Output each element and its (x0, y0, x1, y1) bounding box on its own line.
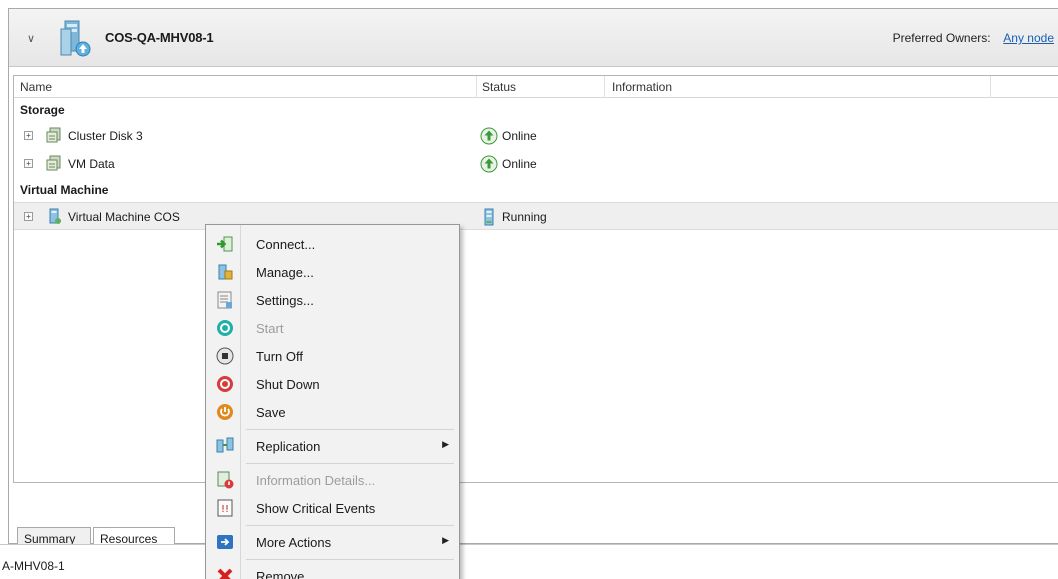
row-name: VM Data (68, 157, 115, 171)
column-information[interactable]: Information (612, 80, 672, 94)
table-row[interactable]: + Cluster Disk 3 Online (14, 122, 1058, 150)
menu-item-information-details[interactable]: Information Details... (208, 467, 457, 493)
any-node-link[interactable]: Any node (1003, 31, 1054, 45)
bottom-role-name: A-MHV08-1 (2, 559, 65, 573)
shut-down-icon (217, 376, 233, 392)
settings-icon (217, 291, 232, 309)
role-header: ∨ COS-QA-MHV08-1 Preferred Owners: Any n… (9, 9, 1058, 67)
menu-item-start[interactable]: Start (208, 315, 457, 341)
collapse-chevron-icon[interactable]: ∨ (23, 31, 39, 47)
more-actions-icon (217, 535, 233, 549)
svg-text:!!: !! (221, 504, 229, 515)
menu-item-more-actions[interactable]: More Actions ▶ (208, 529, 457, 555)
status-online: Online (480, 127, 600, 145)
group-storage-label: Storage (20, 103, 65, 117)
connect-icon (217, 236, 233, 252)
resources-grid: Name Status Information Storage + Cluste… (13, 75, 1058, 483)
menu-item-connect[interactable]: Connect... (208, 231, 457, 257)
table-row-selected[interactable]: + Virtual Machine COS Running (14, 202, 1058, 230)
status-online: Online (480, 155, 600, 173)
column-header-row: Name Status Information (14, 76, 1058, 98)
menu-item-show-critical-events[interactable]: !! Show Critical Events (208, 495, 457, 521)
expand-icon[interactable]: + (24, 159, 33, 168)
start-icon (217, 320, 233, 336)
cluster-disk-icon (46, 155, 61, 171)
group-virtual-machine-label: Virtual Machine (20, 183, 109, 197)
bottom-bar: A-MHV08-1 (0, 544, 1058, 579)
menu-item-turn-off[interactable]: Turn Off (208, 343, 457, 369)
turn-off-icon (216, 347, 234, 365)
menu-item-replication[interactable]: Replication ▶ (208, 433, 457, 459)
status-running: Running (480, 208, 600, 226)
expand-icon[interactable]: + (24, 212, 33, 221)
menu-item-settings[interactable]: Settings... (208, 287, 457, 313)
information-details-icon (217, 471, 234, 489)
preferred-owners-label: Preferred Owners: (892, 31, 991, 45)
status-text: Online (502, 157, 537, 171)
status-text: Running (502, 210, 547, 224)
manage-icon (218, 264, 233, 280)
online-arrow-icon (480, 127, 498, 145)
online-arrow-icon (480, 155, 498, 173)
expand-icon[interactable]: + (24, 131, 33, 140)
group-virtual-machine: Virtual Machine (14, 178, 1058, 202)
column-name[interactable]: Name (20, 80, 52, 94)
submenu-arrow-icon: ▶ (442, 535, 449, 545)
save-icon (217, 404, 233, 420)
table-row[interactable]: + VM Data Online (14, 150, 1058, 178)
role-panel: ∨ COS-QA-MHV08-1 Preferred Owners: Any n… (8, 8, 1058, 551)
replication-icon (216, 437, 234, 453)
running-vm-icon (484, 208, 494, 226)
group-storage: Storage (14, 98, 1058, 122)
menu-item-remove[interactable]: Remove (208, 563, 457, 579)
row-name: Cluster Disk 3 (68, 129, 143, 143)
row-name: Virtual Machine COS (68, 210, 180, 224)
column-status[interactable]: Status (482, 80, 516, 94)
menu-item-shut-down[interactable]: Shut Down (208, 371, 457, 397)
critical-events-icon: !! (217, 499, 233, 517)
remove-icon (217, 568, 233, 579)
virtual-machine-role-icon (60, 20, 91, 57)
role-title: COS-QA-MHV08-1 (105, 30, 214, 45)
preferred-owners: Preferred Owners: Any node (893, 31, 1054, 45)
menu-item-manage[interactable]: Manage... (208, 259, 457, 285)
cluster-disk-icon (46, 127, 61, 143)
status-text: Online (502, 129, 537, 143)
virtual-machine-icon (49, 208, 61, 224)
menu-item-save[interactable]: Save (208, 399, 457, 425)
submenu-arrow-icon: ▶ (442, 439, 449, 449)
context-menu: Connect... Manage... Settings... Start T… (205, 224, 460, 579)
